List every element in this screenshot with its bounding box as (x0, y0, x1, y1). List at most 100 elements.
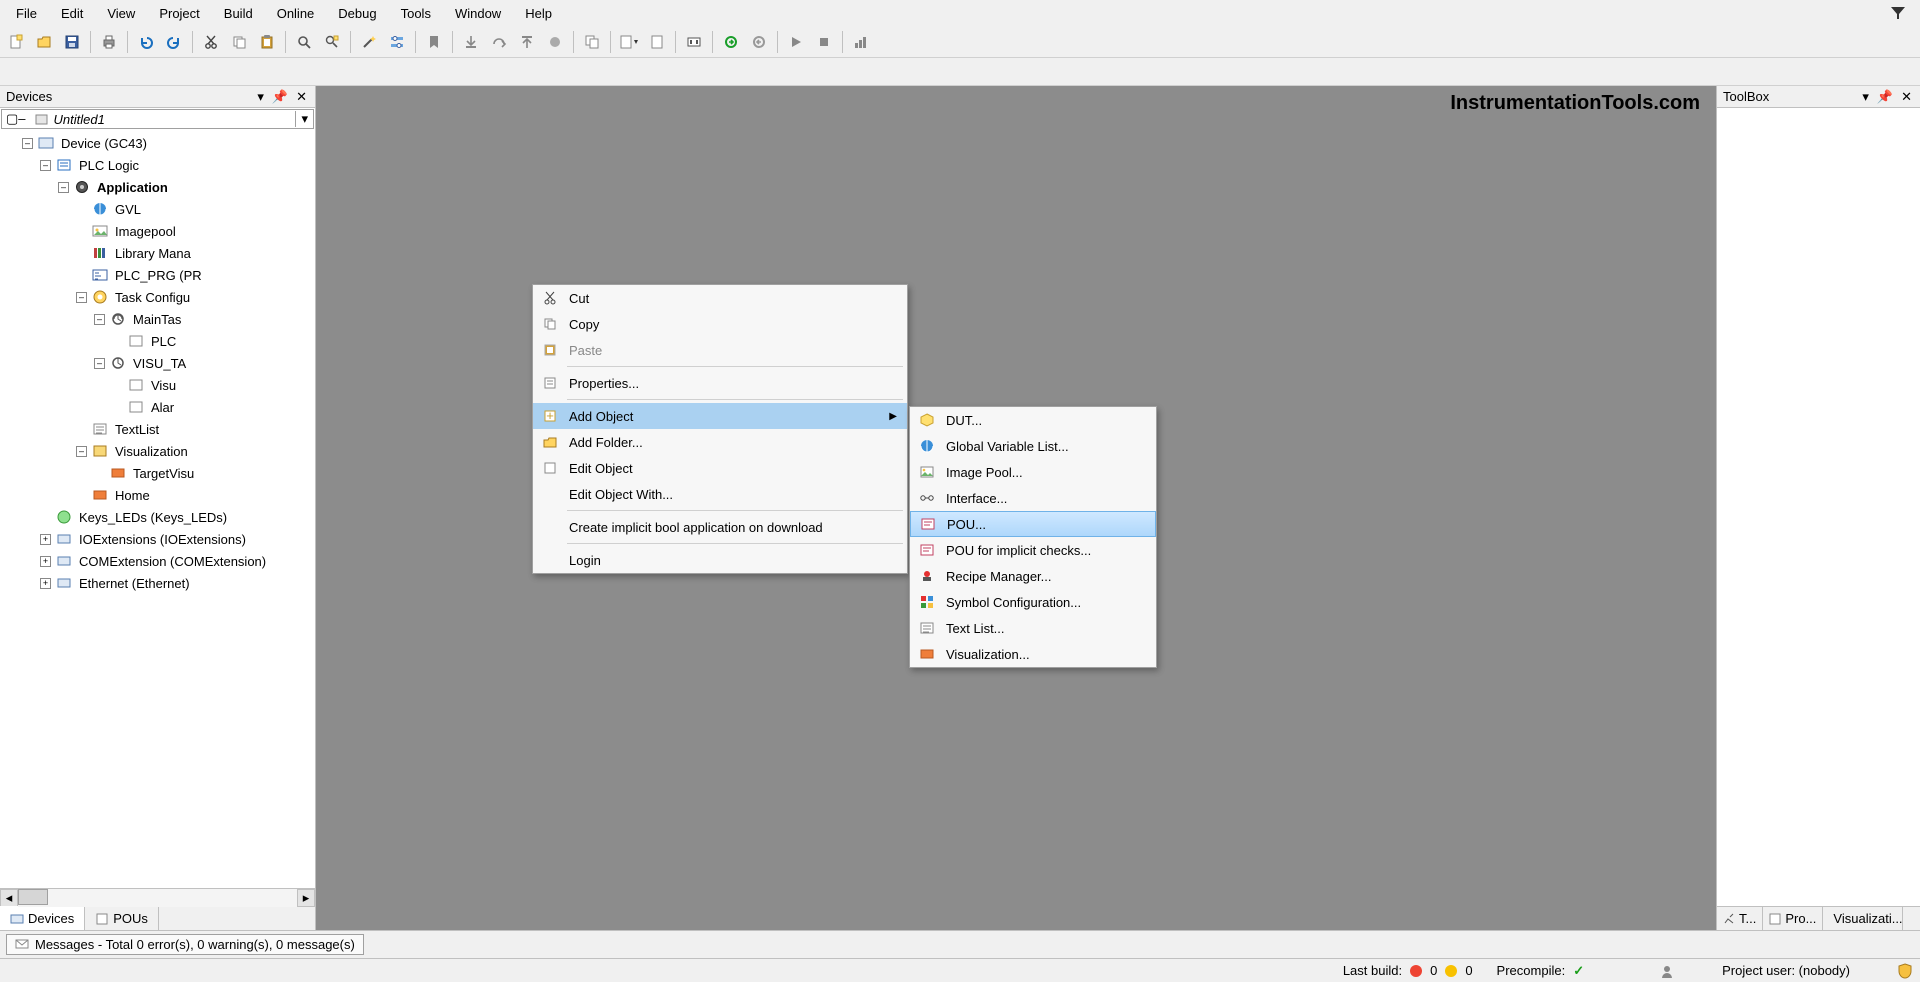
tree-plc-logic[interactable]: –PLC Logic (4, 154, 315, 176)
save-icon[interactable] (60, 30, 84, 54)
tree-h-scrollbar[interactable]: ◂ ▸ (0, 888, 315, 906)
right-tab-1[interactable]: T... (1717, 907, 1763, 930)
tree-keys-leds[interactable]: Keys_LEDs (Keys_LEDs) (4, 506, 315, 528)
sub-visualization[interactable]: Visualization... (910, 641, 1156, 667)
find-icon[interactable] (292, 30, 316, 54)
step-into-icon[interactable] (459, 30, 483, 54)
sub-recipe-manager[interactable]: Recipe Manager... (910, 563, 1156, 589)
toolbox-pin-icon[interactable]: 📌 (1875, 89, 1895, 105)
user-icon (1660, 964, 1674, 978)
tree-com-extension[interactable]: +COMExtension (COMExtension) (4, 550, 315, 572)
right-tab-3[interactable]: Visualizati... (1823, 907, 1903, 930)
sub-pou-implicit[interactable]: POU for implicit checks... (910, 537, 1156, 563)
tree-home[interactable]: Home (4, 484, 315, 506)
right-tab-2[interactable]: Pro... (1763, 907, 1823, 930)
stop-icon[interactable] (812, 30, 836, 54)
cut-icon[interactable] (199, 30, 223, 54)
sub-image-pool[interactable]: Image Pool... (910, 459, 1156, 485)
panel-dropdown-icon[interactable]: ▾ (255, 89, 266, 105)
menu-help[interactable]: Help (513, 2, 564, 25)
panel-pin-icon[interactable]: 📌 (270, 89, 290, 105)
menu-project[interactable]: Project (147, 2, 211, 25)
magic-icon[interactable] (357, 30, 381, 54)
sub-dut[interactable]: DUT... (910, 407, 1156, 433)
sub-symbol-config[interactable]: Symbol Configuration... (910, 589, 1156, 615)
tree-target-visu[interactable]: TargetVisu (4, 462, 315, 484)
menu-file[interactable]: File (4, 2, 49, 25)
new-item-dd-icon[interactable] (617, 30, 641, 54)
sub-interface[interactable]: Interface... (910, 485, 1156, 511)
ctx-login[interactable]: Login (533, 547, 907, 573)
tree-device[interactable]: –Device (GC43) (4, 132, 315, 154)
scroll-right-icon[interactable]: ▸ (297, 889, 315, 907)
tree-ethernet[interactable]: +Ethernet (Ethernet) (4, 572, 315, 594)
run-icon[interactable] (784, 30, 808, 54)
sub-pou[interactable]: POU... (910, 511, 1156, 537)
panel-close-icon[interactable]: ✕ (294, 89, 309, 105)
menu-view[interactable]: View (95, 2, 147, 25)
menu-edit[interactable]: Edit (49, 2, 95, 25)
toolbox-close-icon[interactable]: ✕ (1899, 89, 1914, 105)
tree-library-manager[interactable]: Library Mana (4, 242, 315, 264)
redo-icon[interactable] (162, 30, 186, 54)
tree-gvl[interactable]: GVL (4, 198, 315, 220)
sub-text-list[interactable]: Text List... (910, 615, 1156, 641)
ctx-create-implicit[interactable]: Create implicit bool application on down… (533, 514, 907, 540)
find-replace-icon[interactable] (320, 30, 344, 54)
tree-textlist[interactable]: TextList (4, 418, 315, 440)
login-icon[interactable] (719, 30, 743, 54)
undo-icon[interactable] (134, 30, 158, 54)
copy-icon[interactable] (227, 30, 251, 54)
scroll-thumb[interactable] (18, 889, 48, 905)
tree-plc-task-item[interactable]: PLC (4, 330, 315, 352)
ctx-add-folder[interactable]: Add Folder... (533, 429, 907, 455)
tree-task-config[interactable]: –Task Configu (4, 286, 315, 308)
paste-icon[interactable] (255, 30, 279, 54)
ctx-properties[interactable]: Properties... (533, 370, 907, 396)
ctx-edit-object-with[interactable]: Edit Object With... (533, 481, 907, 507)
tree-expander-icon[interactable]: ▢– (2, 111, 30, 127)
settings-icon[interactable] (385, 30, 409, 54)
menu-debug[interactable]: Debug (326, 2, 388, 25)
ctx-edit-object[interactable]: Edit Object (533, 455, 907, 481)
tree-plc-prg[interactable]: PLC_PRG (PR (4, 264, 315, 286)
ctx-cut[interactable]: Cut (533, 285, 907, 311)
component-icon[interactable] (682, 30, 706, 54)
precompile-label: Precompile: (1497, 963, 1566, 978)
step-over-icon[interactable] (487, 30, 511, 54)
open-icon[interactable] (32, 30, 56, 54)
messages-button[interactable]: Messages - Total 0 error(s), 0 warning(s… (6, 934, 364, 955)
chart-icon[interactable] (849, 30, 873, 54)
tree-alarm-item[interactable]: Alar (4, 396, 315, 418)
menu-tools[interactable]: Tools (389, 2, 443, 25)
tree-main-task[interactable]: –MainTas (4, 308, 315, 330)
breakpoint-icon[interactable] (543, 30, 567, 54)
tab-devices[interactable]: Devices (0, 906, 85, 930)
print-icon[interactable] (97, 30, 121, 54)
shield-icon[interactable] (1898, 963, 1912, 979)
tree-visualization-mgr[interactable]: –Visualization (4, 440, 315, 462)
tree-visu-task[interactable]: –VISU_TA (4, 352, 315, 374)
duplicate-icon[interactable] (580, 30, 604, 54)
tree-io-extensions[interactable]: +IOExtensions (IOExtensions) (4, 528, 315, 550)
project-root-row[interactable]: ▢– Untitled1 ▾ (1, 109, 314, 129)
logout-icon[interactable] (747, 30, 771, 54)
ctx-add-object[interactable]: +Add Object▶ (533, 403, 907, 429)
new-doc-icon[interactable] (645, 30, 669, 54)
tab-pous[interactable]: POUs (85, 907, 159, 930)
menu-online[interactable]: Online (265, 2, 327, 25)
sub-gvl[interactable]: Global Variable List... (910, 433, 1156, 459)
menu-build[interactable]: Build (212, 2, 265, 25)
tree-imagepool[interactable]: Imagepool (4, 220, 315, 242)
tree-application[interactable]: –Application (4, 176, 315, 198)
new-file-icon[interactable] (4, 30, 28, 54)
step-out-icon[interactable] (515, 30, 539, 54)
project-dropdown-icon[interactable]: ▾ (295, 111, 313, 127)
filter-icon[interactable] (1880, 2, 1916, 24)
toolbox-dropdown-icon[interactable]: ▾ (1860, 89, 1871, 105)
menu-window[interactable]: Window (443, 2, 513, 25)
bookmark-icon[interactable] (422, 30, 446, 54)
tree-visu-item[interactable]: Visu (4, 374, 315, 396)
scroll-left-icon[interactable]: ◂ (0, 889, 18, 907)
ctx-copy[interactable]: Copy (533, 311, 907, 337)
